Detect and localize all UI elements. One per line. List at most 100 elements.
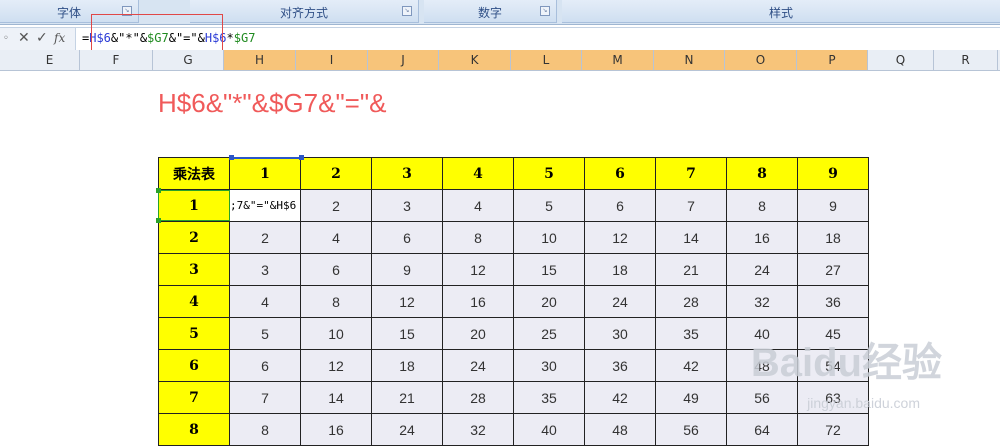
selection-handle[interactable] (156, 188, 161, 193)
expand-icon[interactable]: ◦ (3, 33, 9, 44)
insert-function-icon[interactable]: fx (54, 31, 65, 45)
table-cell[interactable]: 6 (300, 253, 372, 286)
table-cell[interactable]: 8 (442, 221, 514, 254)
cancel-icon[interactable]: ✕ (18, 30, 30, 46)
table-cell[interactable]: 9 (797, 189, 869, 222)
table-cell[interactable]: 14 (655, 221, 727, 254)
column-header-k[interactable]: K (439, 50, 511, 70)
table-cell[interactable]: 28 (655, 285, 727, 318)
table-cell[interactable]: 20 (442, 317, 514, 350)
column-header-n[interactable]: N (654, 50, 725, 70)
column-header-q[interactable]: Q (868, 50, 934, 70)
row-label-cell[interactable]: 2 (158, 221, 230, 254)
table-cell[interactable]: 3 (229, 253, 301, 286)
table-header-cell[interactable]: 6 (584, 157, 656, 190)
table-header-cell[interactable]: 9 (797, 157, 869, 190)
table-cell[interactable]: 20 (513, 285, 585, 318)
table-cell[interactable]: 36 (584, 349, 656, 382)
table-header-cell[interactable]: 3 (371, 157, 443, 190)
table-cell[interactable]: 72 (797, 413, 869, 446)
table-cell[interactable]: 15 (513, 253, 585, 286)
table-cell[interactable]: 64 (726, 413, 798, 446)
table-cell[interactable]: 25 (513, 317, 585, 350)
row-label-cell[interactable]: 5 (158, 317, 230, 350)
table-cell[interactable]: 15 (371, 317, 443, 350)
table-cell[interactable]: 16 (442, 285, 514, 318)
table-header-cell[interactable]: 8 (726, 157, 798, 190)
enter-check-icon[interactable]: ✓ (36, 30, 48, 46)
column-header-m[interactable]: M (582, 50, 654, 70)
table-cell[interactable]: 42 (655, 349, 727, 382)
table-cell[interactable]: 28 (442, 381, 514, 414)
table-cell[interactable]: 36 (797, 285, 869, 318)
column-header-p[interactable]: P (797, 50, 868, 70)
row-label-cell[interactable]: 3 (158, 253, 230, 286)
table-header-cell[interactable]: 5 (513, 157, 585, 190)
table-cell[interactable]: 30 (513, 349, 585, 382)
table-cell[interactable]: 27 (797, 253, 869, 286)
table-cell[interactable]: 35 (655, 317, 727, 350)
dialog-launcher-icon[interactable]: ↘ (540, 6, 550, 16)
table-cell[interactable]: 3 (371, 189, 443, 222)
selection-handle[interactable] (299, 155, 304, 160)
table-header-cell[interactable]: 2 (300, 157, 372, 190)
column-header-o[interactable]: O (725, 50, 797, 70)
table-cell[interactable]: 2 (300, 189, 372, 222)
row-label-cell[interactable]: 7 (158, 381, 230, 414)
table-header-cell[interactable]: 7 (655, 157, 727, 190)
selection-handle[interactable] (229, 155, 234, 160)
table-cell[interactable]: 21 (655, 253, 727, 286)
table-cell[interactable]: 42 (584, 381, 656, 414)
table-cell[interactable]: 18 (371, 349, 443, 382)
table-header-cell[interactable]: 4 (442, 157, 514, 190)
table-cell[interactable]: 56 (655, 413, 727, 446)
table-cell[interactable]: 35 (513, 381, 585, 414)
table-cell[interactable]: 8 (726, 189, 798, 222)
table-cell[interactable]: 7 (229, 381, 301, 414)
column-header-j[interactable]: J (368, 50, 439, 70)
table-cell[interactable]: 12 (584, 221, 656, 254)
column-header-e[interactable]: E (20, 50, 80, 70)
table-cell[interactable]: 12 (371, 285, 443, 318)
table-cell[interactable]: 8 (300, 285, 372, 318)
editing-cell[interactable]: ;7&"="&H$6 (229, 189, 301, 222)
table-cell[interactable]: 21 (371, 381, 443, 414)
table-cell[interactable]: 6 (229, 349, 301, 382)
selection-handle[interactable] (156, 218, 161, 223)
ribbon-group-number[interactable]: 数字 ↘ (424, 0, 557, 23)
table-cell[interactable]: 4 (300, 221, 372, 254)
table-cell[interactable]: 6 (371, 221, 443, 254)
table-cell[interactable]: 10 (300, 317, 372, 350)
table-header-cell[interactable]: 1 (229, 157, 301, 190)
row-label-cell[interactable]: 4 (158, 285, 230, 318)
table-cell[interactable]: 40 (513, 413, 585, 446)
table-cell[interactable]: 24 (584, 285, 656, 318)
table-cell[interactable]: 24 (442, 349, 514, 382)
table-cell[interactable]: 24 (726, 253, 798, 286)
table-cell[interactable]: 18 (797, 221, 869, 254)
column-header-l[interactable]: L (511, 50, 582, 70)
table-cell[interactable]: 2 (229, 221, 301, 254)
table-cell[interactable]: 48 (584, 413, 656, 446)
table-cell[interactable]: 32 (726, 285, 798, 318)
table-cell[interactable]: 12 (300, 349, 372, 382)
table-cell[interactable]: 24 (371, 413, 443, 446)
row-label-cell[interactable]: 6 (158, 349, 230, 382)
table-cell[interactable]: 9 (371, 253, 443, 286)
table-cell[interactable]: 18 (584, 253, 656, 286)
table-cell[interactable]: 16 (300, 413, 372, 446)
ribbon-group-alignment[interactable]: 对齐方式 ↘ (190, 0, 419, 23)
table-cell[interactable]: 6 (584, 189, 656, 222)
table-cell[interactable]: 16 (726, 221, 798, 254)
table-cell[interactable]: 7 (655, 189, 727, 222)
table-cell[interactable]: 4 (229, 285, 301, 318)
table-cell[interactable]: 12 (442, 253, 514, 286)
table-cell[interactable]: 14 (300, 381, 372, 414)
table-corner-title[interactable]: 乘法表 (158, 157, 230, 190)
column-header-g[interactable]: G (153, 50, 224, 70)
row-label-cell[interactable]: 8 (158, 413, 230, 446)
table-cell[interactable]: 5 (513, 189, 585, 222)
table-cell[interactable]: 8 (229, 413, 301, 446)
column-header-r[interactable]: R (934, 50, 998, 70)
column-header-f[interactable]: F (80, 50, 153, 70)
